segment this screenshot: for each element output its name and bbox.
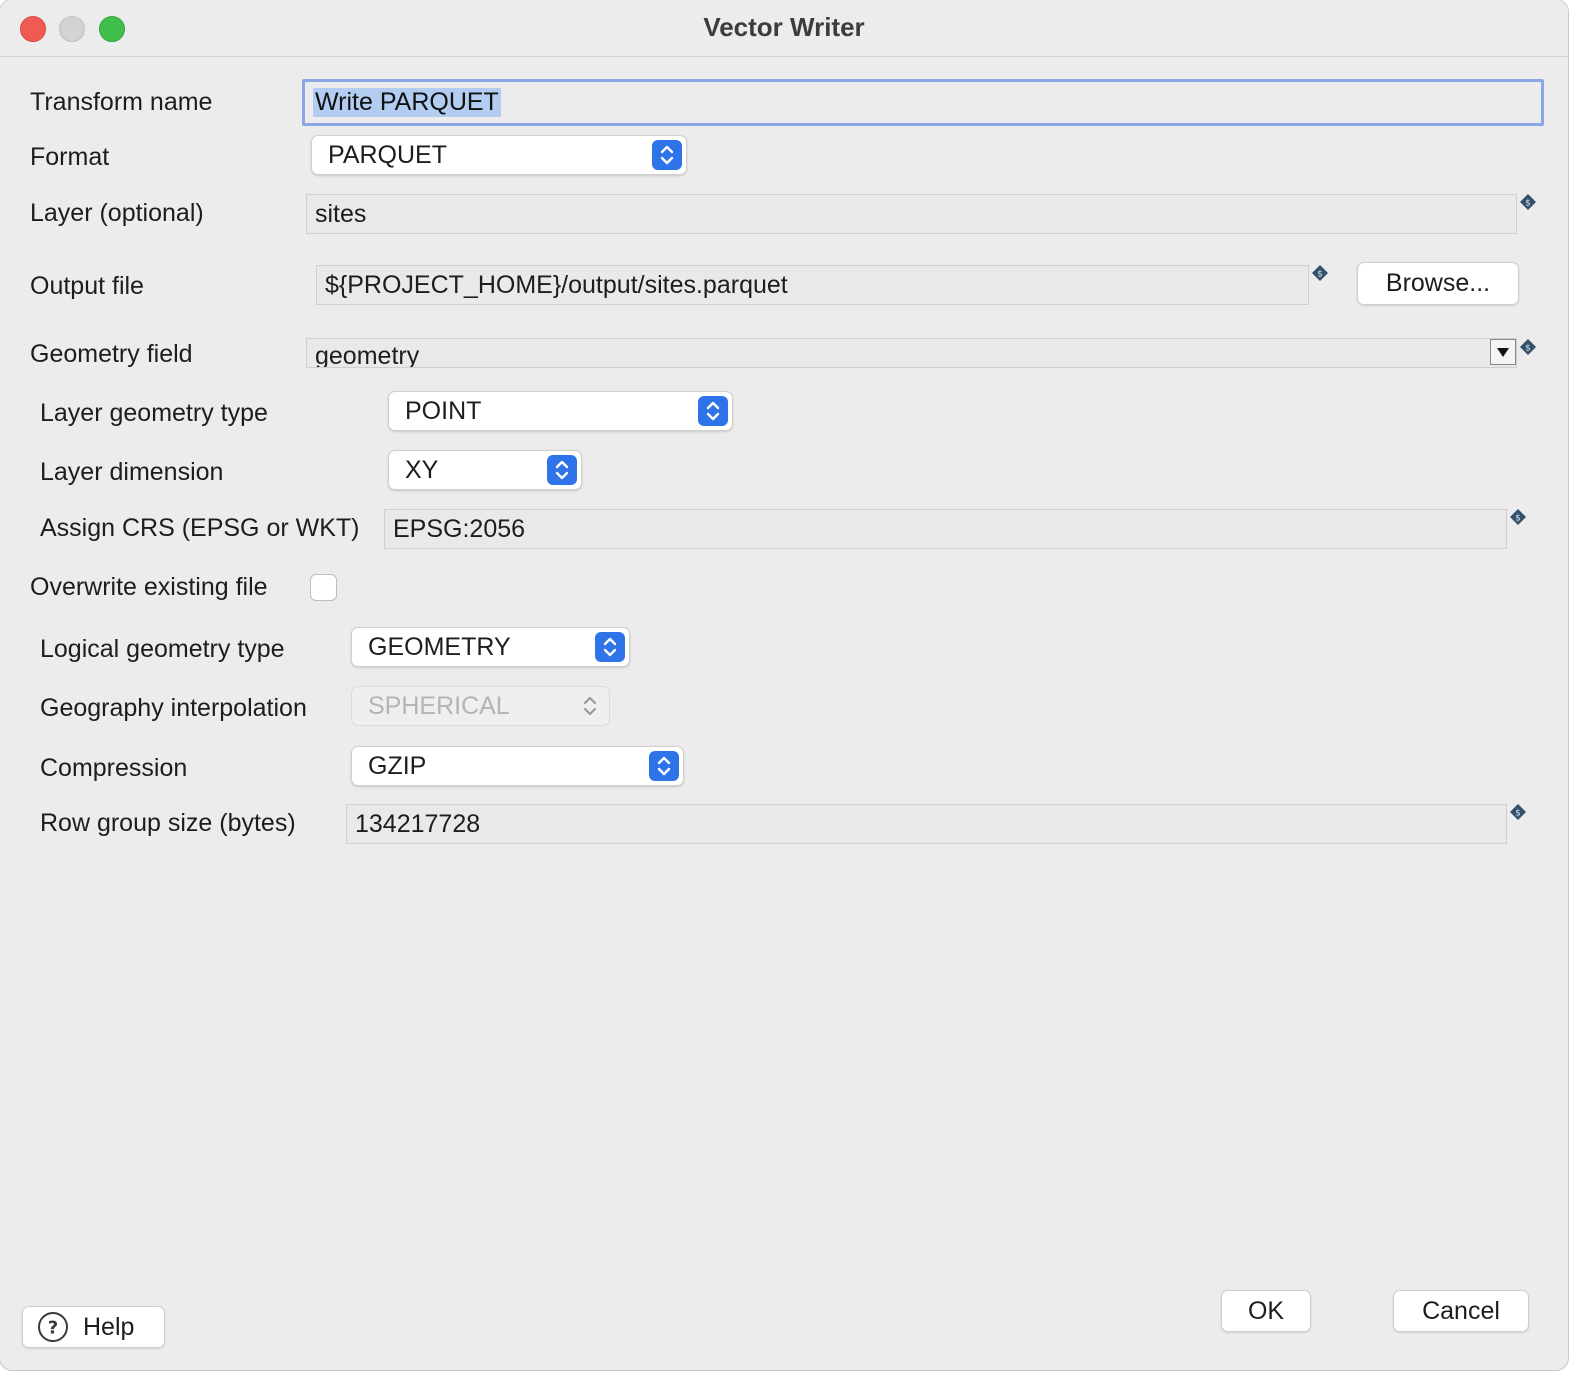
- svg-text:$: $: [1515, 809, 1521, 819]
- layer-input[interactable]: sites: [306, 194, 1517, 234]
- vector-writer-dialog: Vector Writer Transform name Write PARQU…: [0, 0, 1568, 1370]
- svg-text:$: $: [1525, 199, 1531, 209]
- geography-interpolation-value: SPHERICAL: [368, 692, 510, 720]
- assign-crs-label: Assign CRS (EPSG or WKT): [40, 514, 360, 542]
- transform-name-input[interactable]: Write PARQUET: [302, 79, 1544, 126]
- layer-geometry-type-select[interactable]: POINT: [388, 391, 733, 431]
- compression-label: Compression: [40, 754, 188, 782]
- svg-text:$: $: [1525, 344, 1531, 354]
- transform-name-value: Write PARQUET: [313, 88, 501, 117]
- layer-dimension-label: Layer dimension: [40, 458, 224, 486]
- up-down-chevron-icon: [649, 751, 679, 781]
- output-file-input[interactable]: ${PROJECT_HOME}/output/sites.parquet: [316, 265, 1309, 305]
- row-group-size-value: 134217728: [355, 809, 481, 838]
- logical-geometry-type-label: Logical geometry type: [40, 635, 285, 663]
- output-file-input-value: ${PROJECT_HOME}/output/sites.parquet: [325, 270, 788, 299]
- ok-button[interactable]: OK: [1221, 1290, 1311, 1332]
- row-group-size-label: Row group size (bytes): [40, 809, 296, 837]
- svg-text:$: $: [1515, 514, 1521, 524]
- window-title: Vector Writer: [703, 12, 865, 42]
- logical-geometry-type-value: GEOMETRY: [368, 633, 511, 661]
- cancel-button[interactable]: Cancel: [1393, 1290, 1529, 1332]
- up-down-chevron-icon: [595, 632, 625, 662]
- compression-value: GZIP: [368, 752, 427, 780]
- title-bar: Vector Writer: [0, 0, 1568, 57]
- svg-text:?: ?: [48, 1318, 58, 1339]
- layer-geometry-type-label: Layer geometry type: [40, 399, 268, 427]
- up-down-chevron-icon: [547, 455, 577, 485]
- output-file-label: Output file: [30, 272, 144, 300]
- geometry-field-label: Geometry field: [30, 340, 193, 368]
- variable-diamond-icon[interactable]: $: [1509, 803, 1527, 821]
- layer-label: Layer (optional): [30, 199, 204, 227]
- up-down-chevron-icon: [698, 396, 728, 426]
- help-button[interactable]: ? Help: [22, 1306, 165, 1348]
- layer-input-value: sites: [315, 199, 367, 228]
- transform-name-label: Transform name: [30, 88, 213, 116]
- logical-geometry-type-select[interactable]: GEOMETRY: [351, 627, 630, 667]
- svg-text:$: $: [1317, 270, 1323, 280]
- row-group-size-input[interactable]: 134217728: [346, 804, 1507, 844]
- geometry-field-dropdown-button[interactable]: [1490, 339, 1516, 365]
- variable-diamond-icon[interactable]: $: [1311, 264, 1329, 282]
- layer-dimension-select[interactable]: XY: [388, 450, 582, 490]
- compression-select[interactable]: GZIP: [351, 746, 684, 786]
- up-down-chevron-icon: [575, 691, 605, 721]
- assign-crs-value: EPSG:2056: [393, 514, 526, 543]
- layer-geometry-type-value: POINT: [405, 397, 482, 425]
- geometry-field-combo[interactable]: geometry: [306, 338, 1517, 368]
- variable-diamond-icon[interactable]: $: [1519, 338, 1537, 356]
- browse-button[interactable]: Browse...: [1357, 262, 1519, 305]
- geography-interpolation-label: Geography interpolation: [40, 694, 307, 722]
- format-select-value: PARQUET: [328, 141, 447, 169]
- format-select[interactable]: PARQUET: [311, 135, 687, 175]
- assign-crs-input[interactable]: EPSG:2056: [384, 509, 1507, 549]
- overwrite-label: Overwrite existing file: [30, 573, 268, 601]
- format-label: Format: [30, 143, 110, 171]
- up-down-chevron-icon: [652, 140, 682, 170]
- variable-diamond-icon[interactable]: $: [1509, 508, 1527, 526]
- geography-interpolation-select: SPHERICAL: [351, 686, 610, 726]
- variable-diamond-icon[interactable]: $: [1519, 193, 1537, 211]
- overwrite-checkbox[interactable]: [310, 574, 337, 601]
- geometry-field-value: geometry: [315, 342, 420, 368]
- help-button-label: Help: [83, 1312, 135, 1341]
- help-icon: ?: [38, 1312, 68, 1342]
- layer-dimension-value: XY: [405, 456, 439, 484]
- triangle-down-icon: [1497, 348, 1509, 357]
